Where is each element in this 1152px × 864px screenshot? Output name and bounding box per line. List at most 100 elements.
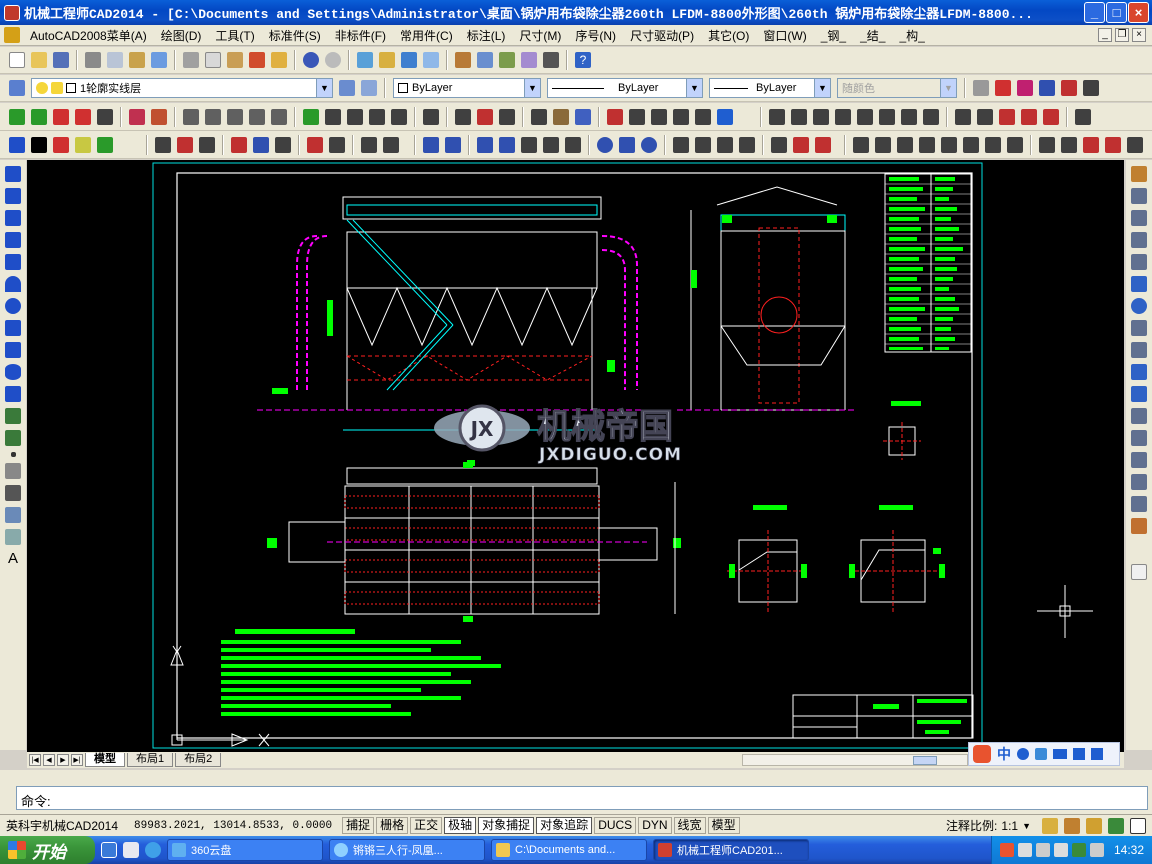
zoom-realtime-icon[interactable] xyxy=(379,52,395,68)
chevron-down-icon[interactable]: ▼ xyxy=(814,79,830,97)
taskbar-item-cad[interactable]: 机械工程师CAD201... xyxy=(653,839,809,861)
gradient-icon[interactable] xyxy=(5,485,21,501)
ime-moon-icon[interactable] xyxy=(1017,748,1029,760)
layer-manager-icon[interactable] xyxy=(9,80,25,96)
doc-minimize-button[interactable]: _ xyxy=(1098,28,1112,42)
properties-icon[interactable] xyxy=(455,52,471,68)
snap-nearest-icon[interactable] xyxy=(771,136,787,153)
sogou-tray-icon[interactable] xyxy=(999,843,1014,857)
title-block-icon[interactable] xyxy=(607,108,623,125)
region-icon[interactable] xyxy=(5,507,21,523)
pan-icon[interactable] xyxy=(357,52,373,68)
taskbar-item-360-cloud[interactable]: 360云盘 xyxy=(167,839,323,861)
sogou-icon[interactable] xyxy=(973,745,991,763)
zoom-window-icon[interactable] xyxy=(401,52,417,68)
paste-icon[interactable] xyxy=(227,52,243,68)
taskbar-item-media[interactable]: 锵锵三人行-凤凰... xyxy=(329,839,485,861)
diameter-7-icon[interactable] xyxy=(985,136,1001,153)
ortho-toggle[interactable]: 正交 xyxy=(410,817,443,834)
brush-icon[interactable] xyxy=(271,52,287,68)
design-center-icon[interactable] xyxy=(477,52,493,68)
slash-icon[interactable] xyxy=(231,136,247,153)
menu-other[interactable]: 其它(O) xyxy=(701,27,756,44)
centerline-icon[interactable] xyxy=(9,108,25,125)
explode-icon[interactable] xyxy=(1131,518,1147,534)
chevron-down-icon[interactable]: ▼ xyxy=(686,79,702,97)
z0-icon[interactable] xyxy=(695,108,711,125)
perpendicular-icon[interactable] xyxy=(97,108,113,125)
doc-restore-button[interactable]: ❐ xyxy=(1115,28,1129,42)
snap-clear-icon[interactable] xyxy=(793,136,809,153)
sheet-set-icon[interactable] xyxy=(521,52,537,68)
diameter-8-icon[interactable] xyxy=(1007,136,1023,153)
vertical-scroll-thumb[interactable] xyxy=(1131,564,1147,580)
maximize-button[interactable]: □ xyxy=(1106,2,1127,23)
search-icon[interactable] xyxy=(123,842,139,858)
tab-layout2[interactable]: 布局2 xyxy=(175,753,222,767)
diameter-5-icon[interactable] xyxy=(941,136,957,153)
chevron-down-icon[interactable]: ▼ xyxy=(1022,821,1039,831)
weld-7-icon[interactable] xyxy=(901,108,917,125)
minimize-button[interactable]: _ xyxy=(1084,2,1105,23)
wave-line-icon[interactable] xyxy=(249,108,265,125)
tolerance-icon[interactable] xyxy=(1061,80,1077,96)
multiline-text-icon[interactable]: A xyxy=(5,551,21,567)
copy-object-icon[interactable] xyxy=(1131,188,1147,204)
document-icon[interactable] xyxy=(4,27,20,43)
asterisk-icon[interactable] xyxy=(361,136,377,153)
lineweight-select[interactable]: ByLayer ▼ xyxy=(709,78,831,98)
line-icon[interactable] xyxy=(9,136,25,153)
cut-icon[interactable] xyxy=(183,52,199,68)
dashed-line-icon[interactable] xyxy=(75,136,91,153)
parallel-line-icon[interactable] xyxy=(75,108,91,125)
roughness-icon[interactable] xyxy=(1083,80,1099,96)
tab-model[interactable]: 模型 xyxy=(85,753,125,767)
fillet-icon[interactable] xyxy=(1131,496,1147,512)
move-icon[interactable] xyxy=(1131,276,1147,292)
weld-1-icon[interactable] xyxy=(769,108,785,125)
chamfer-icon[interactable] xyxy=(227,108,243,125)
fillet-icon[interactable] xyxy=(183,108,199,125)
print-preview-icon[interactable] xyxy=(107,52,123,68)
ime-user-icon[interactable] xyxy=(1073,748,1085,760)
zoom-previous-icon[interactable] xyxy=(423,52,439,68)
network-tray-icon[interactable] xyxy=(1035,843,1050,857)
snap-extension-icon[interactable] xyxy=(521,136,537,153)
table-icon[interactable] xyxy=(499,108,515,125)
weld-symbol-1-icon[interactable] xyxy=(1039,136,1055,153)
break-icon[interactable] xyxy=(271,108,287,125)
layer-toggle-icon[interactable] xyxy=(531,108,547,125)
horizontal-scrollbar[interactable] xyxy=(742,754,968,766)
weld-14-icon[interactable] xyxy=(1075,108,1091,125)
open-file-icon[interactable] xyxy=(31,52,47,68)
table-icon[interactable] xyxy=(5,529,21,545)
weld-12-icon[interactable] xyxy=(1021,108,1037,125)
menu-annotate[interactable]: 标注(L) xyxy=(460,27,513,44)
text-style-icon[interactable] xyxy=(973,80,989,96)
weld-11-icon[interactable] xyxy=(999,108,1015,125)
hatch-icon[interactable] xyxy=(5,463,21,479)
ime-settings-icon[interactable] xyxy=(1091,748,1103,760)
menu-nonstandard-parts[interactable]: 非标件(F) xyxy=(328,27,393,44)
menu-dimension-drive[interactable]: 尺寸驱动(P) xyxy=(623,27,701,44)
diameter-6-icon[interactable] xyxy=(963,136,979,153)
prev-tab-icon[interactable]: ◀ xyxy=(43,754,55,766)
snap-settings-icon[interactable] xyxy=(717,108,733,125)
snap-apparent-icon[interactable] xyxy=(499,136,515,153)
hatch-icon[interactable] xyxy=(129,108,145,125)
parts-list-icon[interactable] xyxy=(629,108,645,125)
break-at-point-icon[interactable] xyxy=(1131,408,1147,424)
thin-line-icon[interactable] xyxy=(53,136,69,153)
doc-close-button[interactable]: × xyxy=(1132,28,1146,42)
point-icon[interactable] xyxy=(10,452,16,457)
chevron-down-icon[interactable]: ▼ xyxy=(316,79,332,97)
snap-parallel-icon[interactable] xyxy=(695,136,711,153)
snap-center-icon[interactable] xyxy=(597,136,613,153)
menu-window[interactable]: 窗口(W) xyxy=(756,27,813,44)
arrow-left-icon[interactable] xyxy=(391,108,407,125)
plot-icon[interactable] xyxy=(151,52,167,68)
step-icon[interactable] xyxy=(325,108,341,125)
dyn-toggle[interactable]: DYN xyxy=(638,817,672,834)
save-icon[interactable] xyxy=(53,52,69,68)
insert-block-icon[interactable] xyxy=(5,408,21,424)
